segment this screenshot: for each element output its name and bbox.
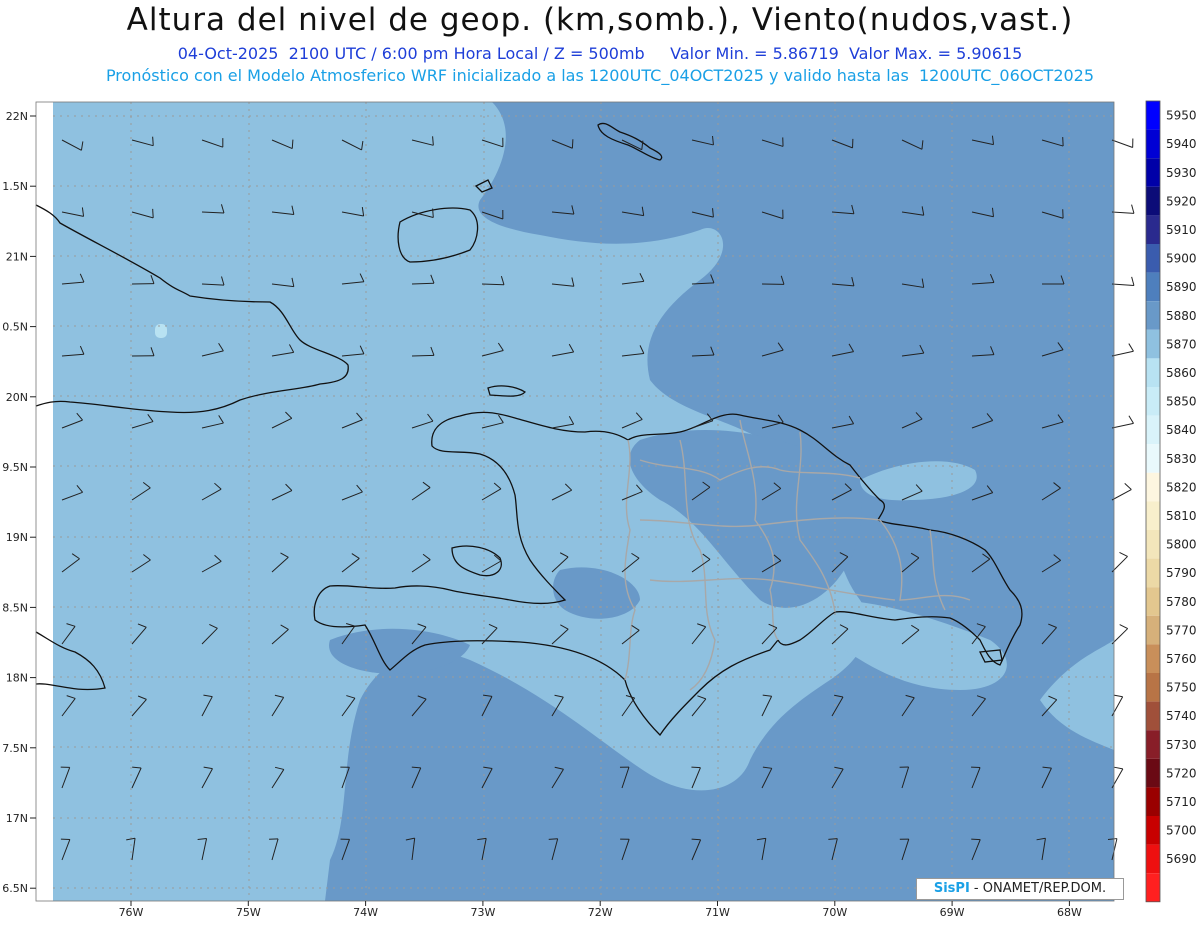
lat-tick-label: 19N	[6, 531, 28, 544]
lon-tick-label: 73W	[470, 906, 495, 919]
wind-barb	[1111, 138, 1134, 148]
colorbar-swatch	[1146, 558, 1160, 588]
colorbar-label: 5730	[1166, 738, 1197, 752]
colorbar-label: 5760	[1166, 652, 1197, 666]
colorbar-label: 5740	[1166, 709, 1197, 723]
colorbar-swatch	[1146, 644, 1160, 673]
colorbar-label: 5770	[1166, 623, 1197, 637]
colorbar-swatch	[1146, 844, 1160, 874]
lat-axis: 22N 1.5N 21N 0.5N 20N 9.5N 19N 8.5N 18N 7.5N 17N 6.…	[2, 110, 36, 895]
lat-tick-label: 22N	[6, 110, 28, 123]
lat-tick-label: 8.5N	[2, 601, 28, 614]
colorbar: 5950 5940 5930 5920 5910 5900 5890 5880 5870 5860…	[1145, 100, 1197, 903]
colorbar-swatch	[1146, 758, 1160, 788]
credit-box: SisPI - ONAMET/REP.DOM.	[916, 878, 1124, 900]
colorbar-swatch	[1146, 101, 1160, 130]
colorbar-label: 5750	[1166, 681, 1197, 695]
colorbar-label: 5800	[1166, 538, 1197, 552]
wind-barb	[1111, 204, 1135, 214]
colorbar-swatch	[1146, 186, 1160, 216]
lat-tick-label: 21N	[6, 250, 28, 263]
colorbar-swatch	[1146, 358, 1160, 387]
wind-barb	[1111, 415, 1134, 429]
credit-text: - ONAMET/REP.DOM.	[969, 881, 1107, 896]
colorbar-label: 5850	[1166, 395, 1197, 409]
lon-tick-label: 69W	[940, 906, 965, 919]
colorbar-swatch	[1146, 301, 1160, 330]
colorbar-swatch	[1146, 816, 1160, 845]
lon-tick-label: 74W	[353, 906, 378, 919]
lon-tick-label: 68W	[1057, 906, 1082, 919]
colorbar-swatch	[1146, 501, 1160, 530]
colorbar-swatch	[1146, 415, 1160, 445]
colorbar-swatch	[1146, 215, 1160, 244]
colorbar-swatch	[1146, 701, 1160, 731]
wind-barb	[1111, 276, 1135, 287]
lon-tick-label: 72W	[588, 906, 613, 919]
colorbar-swatch	[1146, 472, 1160, 502]
lat-tick-label: 1.5N	[2, 180, 28, 193]
colorbar-label: 5920	[1166, 194, 1197, 208]
colorbar-label: 5690	[1166, 852, 1197, 866]
colorbar-label: 5870	[1166, 337, 1197, 351]
sispi-brand: SisPI	[933, 881, 970, 896]
colorbar-label: 5900	[1166, 252, 1197, 266]
lat-tick-label: 18N	[6, 672, 28, 685]
lat-tick-label: 7.5N	[2, 742, 28, 755]
wind-barb	[1111, 483, 1132, 501]
colorbar-swatch	[1146, 272, 1160, 302]
colorbar-label: 5820	[1166, 480, 1197, 494]
colorbar-label: 5890	[1166, 280, 1197, 294]
forecast-map: 22N 1.5N 21N 0.5N 20N 9.5N 19N 8.5N 18N 7.5N 17N 6.…	[2, 100, 1197, 919]
wind-barb	[1111, 343, 1134, 357]
colorbar-swatch	[1146, 387, 1160, 416]
colorbar-swatch	[1146, 129, 1160, 159]
colorbar-label: 5930	[1166, 166, 1197, 180]
lat-tick-label: 20N	[6, 391, 28, 404]
colorbar-label: 5790	[1166, 566, 1197, 580]
lon-tick-label: 75W	[236, 906, 261, 919]
colorbar-label: 5940	[1166, 137, 1197, 151]
colorbar-label: 5810	[1166, 509, 1197, 523]
lat-tick-label: 9.5N	[2, 461, 28, 474]
colorbar-label: 5830	[1166, 452, 1197, 466]
colorbar-label: 5950	[1166, 109, 1197, 123]
colorbar-swatch	[1146, 158, 1160, 187]
geopotential-shading	[53, 102, 1114, 901]
colorbar-swatch	[1146, 673, 1160, 702]
colorbar-label: 5700	[1166, 824, 1197, 838]
colorbar-swatch	[1146, 587, 1160, 616]
lat-tick-label: 6.5N	[2, 882, 28, 895]
colorbar-swatch	[1146, 329, 1160, 359]
lat-tick-label: 17N	[6, 812, 28, 825]
lat-tick-label: 0.5N	[2, 321, 28, 334]
colorbar-label: 5780	[1166, 595, 1197, 609]
lon-tick-label: 70W	[822, 906, 847, 919]
lon-axis: 76W 75W 74W 73W 72W 71W 70W 69W 68W	[119, 901, 1082, 919]
colorbar-label: 5860	[1166, 366, 1197, 380]
colorbar-label: 5840	[1166, 423, 1197, 437]
colorbar-swatch	[1146, 873, 1160, 902]
colorbar-swatch	[1146, 530, 1160, 559]
colorbar-swatch	[1146, 244, 1160, 273]
colorbar-label: 5910	[1166, 223, 1197, 237]
lon-tick-label: 76W	[119, 906, 144, 919]
colorbar-swatch	[1146, 787, 1160, 816]
colorbar-label: 5880	[1166, 309, 1197, 323]
colorbar-label: 5710	[1166, 795, 1197, 809]
lon-tick-label: 71W	[705, 906, 730, 919]
colorbar-swatch	[1146, 444, 1160, 473]
colorbar-swatch	[1146, 730, 1160, 759]
colorbar-label: 5720	[1166, 766, 1197, 780]
colorbar-swatch	[1146, 615, 1160, 645]
